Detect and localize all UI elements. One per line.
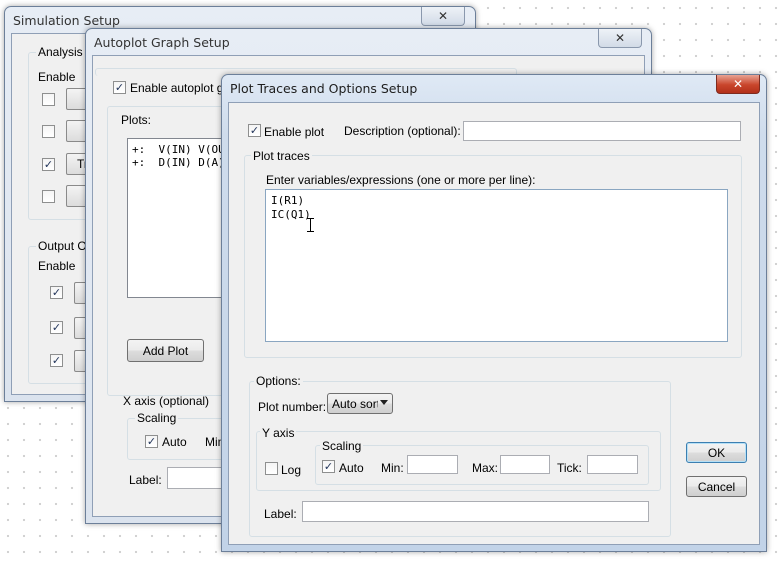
check-icon: ✓	[146, 435, 157, 448]
plot-traces-window: Plot Traces and Options Setup ✕ ✓ Enable…	[221, 74, 767, 552]
analysis-enable-label: Enable	[38, 70, 76, 84]
traces-prompt-label: Enter variables/expressions (one or more…	[266, 173, 536, 187]
y-tick-field[interactable]	[587, 455, 638, 474]
check-icon: ✓	[323, 460, 334, 473]
chevron-down-icon	[380, 400, 388, 405]
description-field[interactable]	[463, 121, 741, 141]
x-axis-label: X axis (optional)	[123, 394, 210, 408]
autoplot-setup-title: Autoplot Graph Setup	[94, 35, 230, 50]
plot-traces-group-title: Plot traces	[251, 149, 312, 163]
plot-traces-close-button[interactable]: ✕	[716, 75, 760, 94]
close-icon: ✕	[437, 9, 449, 23]
enable-autoplot-checkbox[interactable]: ✓	[113, 81, 126, 94]
add-plot-button[interactable]: Add Plot	[127, 339, 204, 362]
analysis-enable-checkbox-3[interactable]: ✓	[42, 158, 55, 171]
check-icon: ✓	[43, 158, 54, 171]
y-auto-label: Auto	[339, 461, 364, 475]
close-icon: ✕	[614, 31, 626, 45]
x-auto-label: Auto	[162, 435, 187, 449]
output-enable-checkbox-3[interactable]: ✓	[50, 354, 63, 367]
log-checkbox[interactable]	[265, 462, 278, 475]
y-tick-label: Tick:	[557, 461, 582, 475]
check-icon: ✓	[51, 321, 62, 334]
analysis-enable-checkbox-2[interactable]	[42, 125, 55, 138]
plots-list[interactable]: +: V(IN) V(OUT) +: D(IN) D(A)	[127, 138, 238, 298]
output-enable-label: Enable	[38, 259, 76, 273]
y-min-label: Min:	[381, 461, 404, 475]
x-scaling-title: Scaling	[135, 411, 179, 425]
x-label-field[interactable]	[167, 467, 227, 489]
y-max-field[interactable]	[500, 455, 550, 474]
x-auto-checkbox[interactable]: ✓	[145, 435, 158, 448]
close-icon: ✕	[732, 77, 744, 91]
analysis-enable-checkbox-4[interactable]	[42, 190, 55, 203]
simulation-setup-close-button[interactable]: ✕	[421, 7, 465, 26]
enable-plot-checkbox[interactable]: ✓	[248, 124, 261, 137]
y-min-field[interactable]	[407, 455, 458, 474]
check-icon: ✓	[114, 81, 125, 94]
ok-button[interactable]: OK	[686, 442, 747, 463]
plot-number-select[interactable]: Auto sort	[327, 393, 393, 414]
check-icon: ✓	[249, 124, 260, 137]
description-label: Description (optional):	[344, 124, 461, 138]
traces-text: I(R1) IC(Q1)	[271, 194, 311, 221]
cancel-button[interactable]: Cancel	[686, 476, 747, 497]
y-max-label: Max:	[472, 461, 499, 475]
output-enable-checkbox-2[interactable]: ✓	[50, 321, 63, 334]
plot-number-value: Auto sort	[332, 397, 378, 411]
y-scaling-title: Scaling	[320, 439, 364, 453]
y-label-field[interactable]	[302, 501, 649, 522]
check-icon: ✓	[51, 354, 62, 367]
enable-autoplot-label: Enable autoplot gra	[130, 81, 235, 95]
text-cursor-icon	[310, 218, 311, 232]
analysis-enable-checkbox-1[interactable]	[42, 93, 55, 106]
plot-traces-client: ✓ Enable plot Description (optional): Pl…	[228, 102, 760, 545]
plot-number-label: Plot number:	[258, 400, 327, 414]
y-auto-checkbox[interactable]: ✓	[322, 460, 335, 473]
plot-traces-title: Plot Traces and Options Setup	[230, 81, 418, 96]
output-enable-checkbox-1[interactable]: ✓	[50, 286, 63, 299]
plots-label: Plots:	[121, 113, 152, 127]
y-axis-title: Y axis	[260, 426, 297, 440]
plot-item-2[interactable]: +: D(IN) D(A)	[132, 156, 225, 170]
x-label-label: Label:	[129, 473, 162, 487]
log-label: Log	[281, 463, 302, 477]
y-label-label: Label:	[264, 507, 297, 521]
enable-plot-label: Enable plot	[264, 125, 325, 139]
simulation-setup-title: Simulation Setup	[13, 13, 120, 28]
options-group-title: Options:	[254, 374, 303, 388]
autoplot-setup-close-button[interactable]: ✕	[598, 29, 642, 48]
check-icon: ✓	[51, 286, 62, 299]
traces-textarea[interactable]: I(R1) IC(Q1)	[265, 189, 728, 342]
text-cursor-icon-bottom	[307, 231, 314, 232]
text-cursor-icon-top	[307, 218, 314, 219]
